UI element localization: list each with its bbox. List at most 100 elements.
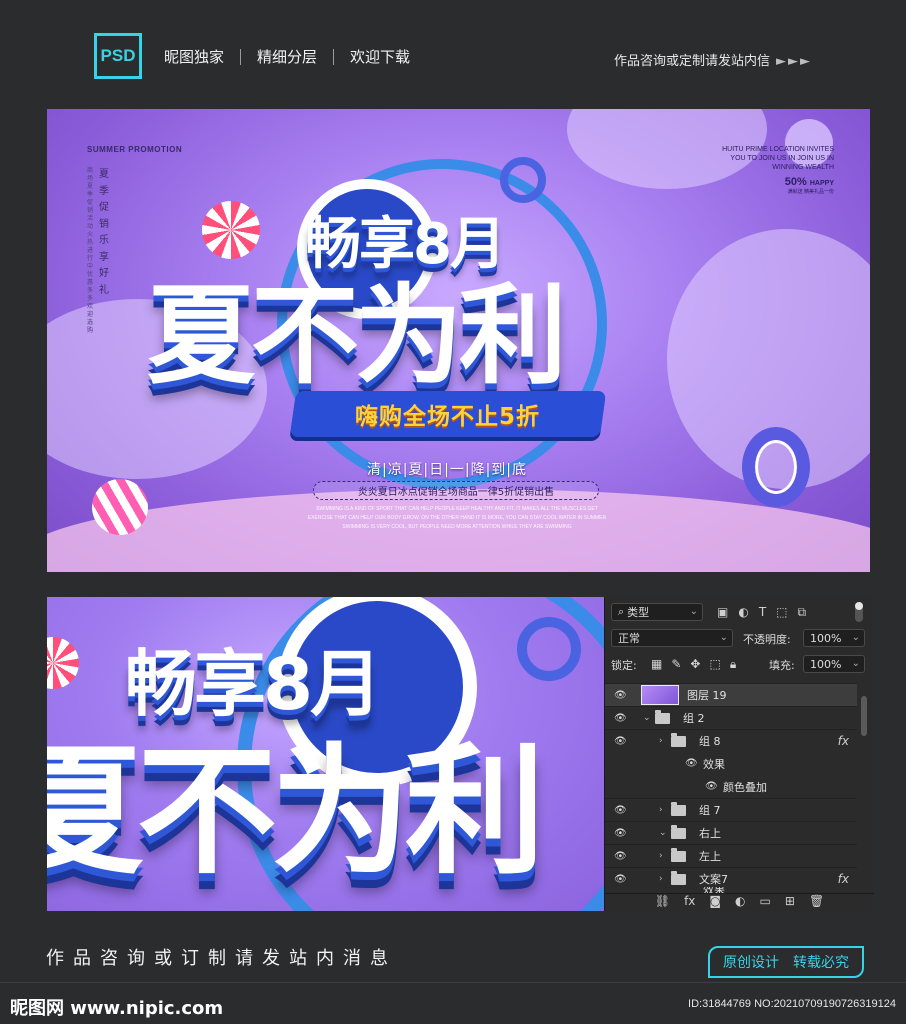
chevron-right-icon[interactable]: ›: [659, 874, 663, 884]
swim-ring-small-icon: [517, 617, 581, 681]
opacity-value: 100%: [810, 631, 842, 645]
footer-divider: [0, 982, 906, 983]
vertical-slogan: 夏季促销乐享好礼: [99, 169, 109, 296]
fill-input[interactable]: 100% ⌄: [803, 655, 865, 673]
filter-icons: ▣ ◐ T ⬚ ⧉: [717, 605, 806, 620]
ball-icon: [92, 479, 148, 535]
eye-icon[interactable]: 👁︎: [614, 851, 627, 862]
layer-name: 图层 19: [687, 689, 727, 702]
search-icon: ⌕: [618, 605, 625, 618]
layer-row[interactable]: 👁︎ › 左上: [605, 844, 857, 867]
link-icon[interactable]: ⛓: [655, 894, 670, 911]
layer-row[interactable]: 👁︎ ⌄ 右上: [605, 821, 857, 844]
chevron-right-icon[interactable]: ›: [659, 736, 663, 746]
mask-icon[interactable]: ◙: [709, 894, 721, 911]
lock-icons: ▦ ✎ ✥ ⬚ 🔒︎: [651, 657, 736, 672]
layer-row[interactable]: 👁︎ › 组 8 fx: [605, 729, 857, 752]
nav-item-download[interactable]: 欢迎下载: [350, 46, 410, 67]
trash-icon[interactable]: 🗑︎: [809, 894, 824, 911]
header-nav: 昵图独家 精细分层 欢迎下载: [164, 46, 410, 67]
filter-toggle[interactable]: [855, 602, 863, 622]
layer-name: 左上: [699, 850, 721, 863]
folder-icon: [655, 709, 670, 724]
layers-scrollbar[interactable]: [859, 681, 869, 887]
site-watermark[interactable]: 昵图网 www.nipic.com: [10, 994, 223, 1020]
chevron-down-icon[interactable]: ⌄: [659, 828, 667, 838]
lock-transparency-icon[interactable]: ▦: [651, 657, 662, 672]
layer-name: 右上: [699, 827, 721, 840]
badge-original: 原创设计: [723, 955, 779, 971]
eye-icon[interactable]: 👁︎: [685, 758, 698, 769]
fx-icon[interactable]: fx: [838, 872, 849, 886]
lock-position-icon[interactable]: ✥: [690, 657, 700, 672]
layer-effect-row[interactable]: 👁︎ 效果: [605, 752, 857, 775]
new-group-icon[interactable]: ▭: [760, 894, 771, 911]
folder-icon: [671, 870, 686, 885]
adjustment-filter-icon[interactable]: ◐: [738, 605, 748, 620]
fill-label: 填充:: [769, 659, 795, 672]
shape-filter-icon[interactable]: ⬚: [776, 605, 787, 620]
opacity-input[interactable]: 100% ⌄: [803, 629, 865, 647]
fx-icon[interactable]: fx: [684, 894, 695, 911]
chevron-down-icon[interactable]: ⌄: [643, 713, 651, 723]
eye-icon[interactable]: 👁︎: [614, 736, 627, 747]
eye-icon[interactable]: 👁︎: [614, 805, 627, 816]
swim-ring-small-icon: [500, 157, 546, 203]
type-filter-icon[interactable]: T: [759, 605, 766, 620]
fx-icon[interactable]: fx: [838, 734, 849, 748]
nav-item-layered[interactable]: 精细分层: [257, 46, 317, 67]
chevron-down-icon: ⌄: [851, 658, 860, 669]
lock-all-icon[interactable]: 🔒︎: [730, 657, 736, 672]
opacity-label: 不透明度:: [743, 633, 791, 646]
new-layer-icon[interactable]: ⊞: [785, 894, 795, 911]
swim-ring-icon: [742, 427, 810, 507]
lock-artboard-icon[interactable]: ⬚: [709, 657, 720, 672]
effect-name: 效果: [703, 757, 725, 771]
filter-kind-label: 类型: [627, 606, 650, 619]
eye-icon[interactable]: 👁︎: [614, 690, 627, 701]
adjustment-icon[interactable]: ◐: [735, 894, 745, 911]
eye-icon[interactable]: 👁︎: [614, 828, 627, 839]
chevron-down-icon: ⌄: [719, 632, 728, 643]
lock-label: 锁定:: [611, 659, 637, 672]
blend-mode-dropdown[interactable]: 正常 ⌄: [611, 629, 733, 647]
image-filter-icon[interactable]: ▣: [717, 605, 728, 620]
promo-percent-value: 50%: [784, 176, 807, 188]
vertical-small-text: 商场夏季促销活动火热进行中优惠多多欢迎选购: [87, 167, 94, 334]
badge-reprint: 转载必究: [793, 955, 849, 971]
title-main: 夏不为利: [147, 274, 567, 399]
layer-effect-row[interactable]: 👁︎ 颜色叠加: [605, 775, 857, 798]
layer-row[interactable]: 👁︎ 图层 19: [605, 683, 857, 706]
nav-divider: [333, 48, 335, 65]
chevron-right-icon[interactable]: ›: [659, 851, 663, 861]
lock-paint-icon[interactable]: ✎: [671, 657, 681, 672]
promo-ribbon: 嗨购全场不止5折: [289, 391, 607, 437]
subtitle-pill: 炎炎夏日冰点促销全场商品一律5折促销出售: [313, 481, 599, 500]
layer-name: 组 7: [699, 804, 721, 817]
chevron-right-icon[interactable]: ›: [659, 805, 663, 815]
promo-ribbon-text: 嗨购全场不止5折: [355, 404, 541, 430]
scrollbar-thumb[interactable]: [861, 696, 867, 736]
arrows-icon: ►►►: [776, 54, 812, 69]
layer-row[interactable]: 👁︎ › 组 7: [605, 798, 857, 821]
effect-name: 颜色叠加: [723, 780, 767, 794]
header: PSD 昵图独家 精细分层 欢迎下载 作品咨询或定制请发站内信 ►►►: [0, 0, 906, 100]
eye-icon[interactable]: 👁︎: [614, 713, 627, 724]
fine-print-line: SWIMMING IS A KIND OF SPORT THAT CAN HEL…: [316, 506, 598, 512]
fine-print: SWIMMING IS A KIND OF SPORT THAT CAN HEL…: [297, 505, 617, 532]
psd-logo: PSD: [94, 33, 142, 79]
layer-row[interactable]: 👁︎ ⌄ 组 2: [605, 706, 857, 729]
chevron-down-icon: ⌄: [689, 606, 698, 617]
smart-object-filter-icon[interactable]: ⧉: [798, 605, 807, 620]
eye-icon[interactable]: 👁︎: [614, 874, 627, 885]
folder-icon: [671, 801, 686, 816]
header-contact-text: 作品咨询或定制请发站内信: [613, 54, 770, 69]
filter-kind-dropdown[interactable]: ⌕ 类型 ⌄: [611, 603, 703, 621]
eye-icon[interactable]: 👁︎: [705, 781, 718, 792]
header-contact[interactable]: 作品咨询或定制请发站内信 ►►►: [614, 50, 812, 69]
layer-name: 组 8: [699, 735, 721, 748]
nav-divider: [240, 48, 242, 65]
nav-item-exclusive[interactable]: 昵图独家: [164, 46, 224, 67]
fine-print-line: SWIMMING IS VERY COOL, BUT PEOPLE NEED M…: [342, 524, 572, 530]
detail-preview: 畅享8月 夏不为利: [47, 597, 604, 911]
